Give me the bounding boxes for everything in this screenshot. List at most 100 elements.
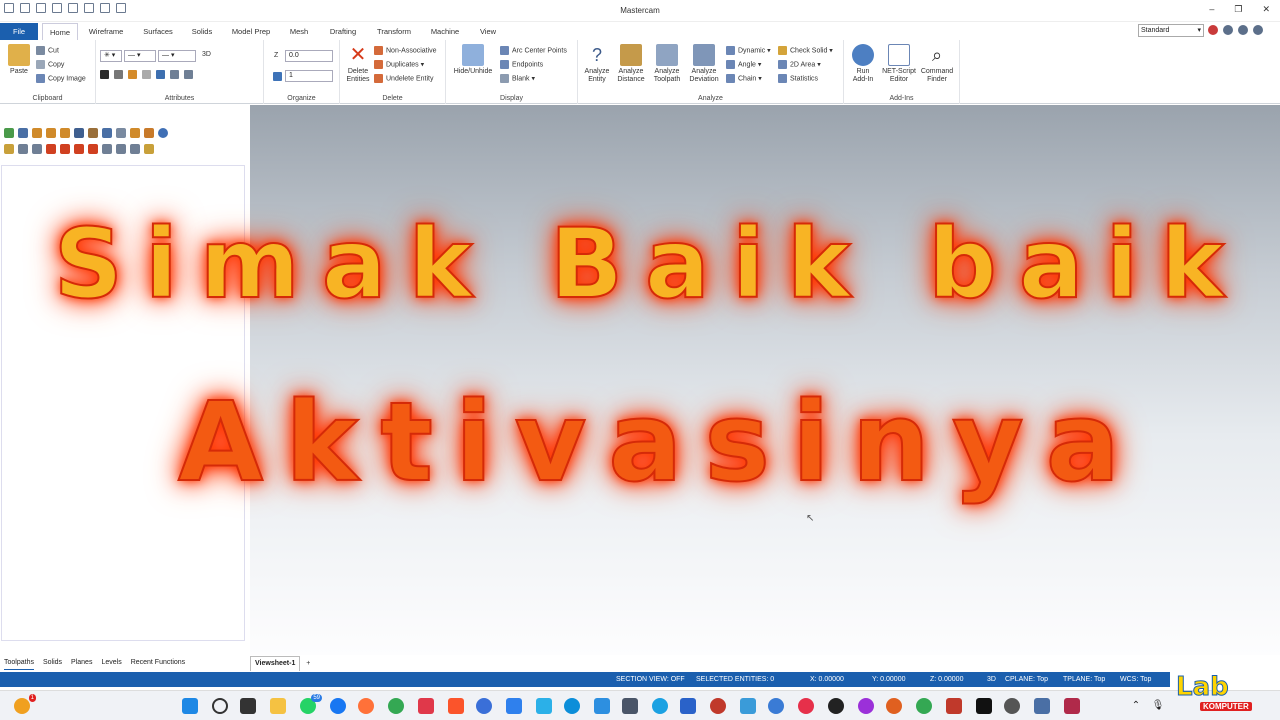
tab-model-prep[interactable]: Model Prep: [228, 23, 274, 40]
tab-recent-functions[interactable]: Recent Functions: [131, 656, 185, 670]
chrome-icon[interactable]: [388, 698, 404, 714]
select-all-icon[interactable]: [18, 128, 28, 138]
facebook-icon[interactable]: [330, 698, 346, 714]
wcs-status[interactable]: WCS: Top: [1120, 672, 1151, 687]
cplane-status[interactable]: CPLANE: Top: [1005, 672, 1048, 687]
analyze-deviation-button[interactable]: Analyze Deviation: [686, 44, 722, 84]
tab-planes[interactable]: Planes: [71, 656, 92, 670]
browser-icon[interactable]: [476, 698, 492, 714]
surface-color-icon[interactable]: [113, 70, 123, 79]
hide-unhide-button[interactable]: Hide/Unhide: [450, 44, 496, 76]
weather-icon[interactable]: 1: [14, 694, 36, 714]
entity-icon[interactable]: [32, 144, 42, 154]
wire-color-icon[interactable]: [100, 70, 109, 79]
info-icon[interactable]: [1238, 25, 1248, 35]
app-icon[interactable]: [1034, 698, 1050, 714]
tplane-status[interactable]: TPLANE: Top: [1063, 672, 1105, 687]
app-icon[interactable]: [768, 698, 784, 714]
tab-solids[interactable]: Solids: [188, 23, 216, 40]
solid-color-icon[interactable]: [127, 70, 137, 79]
snap-icon[interactable]: [130, 128, 140, 138]
material-icon[interactable]: [141, 70, 151, 79]
mastercam-icon[interactable]: [1064, 698, 1080, 714]
vivaldi-icon[interactable]: [418, 698, 434, 714]
section-view-status[interactable]: SECTION VIEW: OFF: [616, 672, 685, 687]
settings-icon[interactable]: [1004, 698, 1020, 714]
search-icon[interactable]: [212, 698, 228, 714]
task-view-icon[interactable]: [240, 698, 256, 714]
viewsheet-tab[interactable]: Viewsheet-1: [250, 656, 301, 671]
cut-button[interactable]: Cut: [36, 46, 59, 55]
chain-select-icon[interactable]: [60, 128, 70, 138]
record-icon[interactable]: [1208, 25, 1218, 35]
arrow-up-icon[interactable]: [60, 144, 70, 154]
attributes-icon[interactable]: [169, 70, 179, 79]
mode-status[interactable]: 3D: [987, 672, 996, 687]
statistics-button[interactable]: Statistics: [778, 74, 818, 83]
minimize-icon[interactable]: –: [1209, 4, 1214, 15]
result-icon[interactable]: [116, 144, 126, 154]
command-finder-button[interactable]: ⌕ Command Finder: [918, 44, 956, 84]
app-icon[interactable]: [680, 698, 696, 714]
tab-transform[interactable]: Transform: [372, 23, 416, 40]
app-icon[interactable]: [710, 698, 726, 714]
verify-icon[interactable]: [144, 144, 154, 154]
point-style-select[interactable]: ✳ ▾: [100, 50, 122, 62]
copy-button[interactable]: Copy: [36, 60, 64, 69]
hourglass-icon[interactable]: [130, 144, 140, 154]
restore-icon[interactable]: ❐: [1234, 4, 1242, 15]
delete-entities-button[interactable]: ✕ Delete Entities: [342, 44, 374, 84]
microphone-icon[interactable]: 🎙: [1150, 698, 1166, 714]
non-associative-button[interactable]: Non-Associative: [374, 46, 437, 55]
app-icon[interactable]: [506, 698, 522, 714]
tab-view[interactable]: View: [476, 23, 500, 40]
auto-cursor-icon[interactable]: [88, 128, 98, 138]
arrow-down-icon[interactable]: [46, 144, 56, 154]
line-style-select[interactable]: — ▾: [124, 50, 156, 62]
run-addin-button[interactable]: Run Add-In: [846, 44, 880, 84]
duplicates-button[interactable]: Duplicates ▾: [374, 60, 424, 69]
tab-file[interactable]: File: [0, 23, 38, 40]
blank-button[interactable]: Blank ▾: [500, 74, 535, 83]
app-icon[interactable]: [652, 698, 668, 714]
z-depth-field[interactable]: 0.0: [285, 50, 333, 62]
tab-machine[interactable]: Machine: [426, 23, 464, 40]
endpoints-button[interactable]: Endpoints: [500, 60, 543, 69]
undelete-entity-button[interactable]: Undelete Entity: [374, 74, 433, 83]
paste-button[interactable]: Paste: [6, 44, 32, 76]
level-field[interactable]: 1: [285, 70, 333, 82]
opera-icon[interactable]: [798, 698, 814, 714]
whatsapp-icon[interactable]: 59: [300, 694, 322, 714]
standard-select[interactable]: Standard: [1138, 24, 1204, 37]
group-select-icon[interactable]: [102, 144, 112, 154]
firefox-icon[interactable]: [358, 698, 374, 714]
windows-start-icon[interactable]: [182, 698, 198, 714]
dynamic-button[interactable]: Dynamic ▾: [726, 46, 771, 55]
file-explorer-icon[interactable]: [270, 698, 286, 714]
close-icon[interactable]: ✕: [1262, 4, 1270, 15]
tab-drafting[interactable]: Drafting: [324, 23, 362, 40]
tab-mesh[interactable]: Mesh: [286, 23, 312, 40]
chevron-up-icon[interactable]: ⌃: [1128, 698, 1144, 714]
select-icon[interactable]: [4, 128, 14, 138]
security-icon[interactable]: [622, 698, 638, 714]
chain-button[interactable]: Chain ▾: [726, 74, 762, 83]
word-app-icon[interactable]: [536, 698, 552, 714]
tab-solids-manager[interactable]: Solids: [43, 656, 62, 670]
analyze-distance-button[interactable]: Analyze Distance: [614, 44, 648, 84]
shape-icon[interactable]: [74, 144, 84, 154]
g1-icon[interactable]: [116, 128, 126, 138]
app-icon[interactable]: [740, 698, 756, 714]
analyze-toolpath-button[interactable]: Analyze Toolpath: [650, 44, 684, 84]
terminal-icon[interactable]: [976, 698, 992, 714]
chrome-icon[interactable]: [916, 698, 932, 714]
edge-icon[interactable]: [564, 698, 580, 714]
app-icon[interactable]: [946, 698, 962, 714]
brave-icon[interactable]: [448, 698, 464, 714]
arrows-icon[interactable]: [88, 144, 98, 154]
window-select-icon[interactable]: [74, 128, 84, 138]
help-icon[interactable]: [158, 128, 168, 138]
line-width-select[interactable]: — ▾: [158, 50, 196, 62]
lock-icon[interactable]: [4, 144, 14, 154]
tab-toolpaths[interactable]: Toolpaths: [4, 656, 34, 670]
